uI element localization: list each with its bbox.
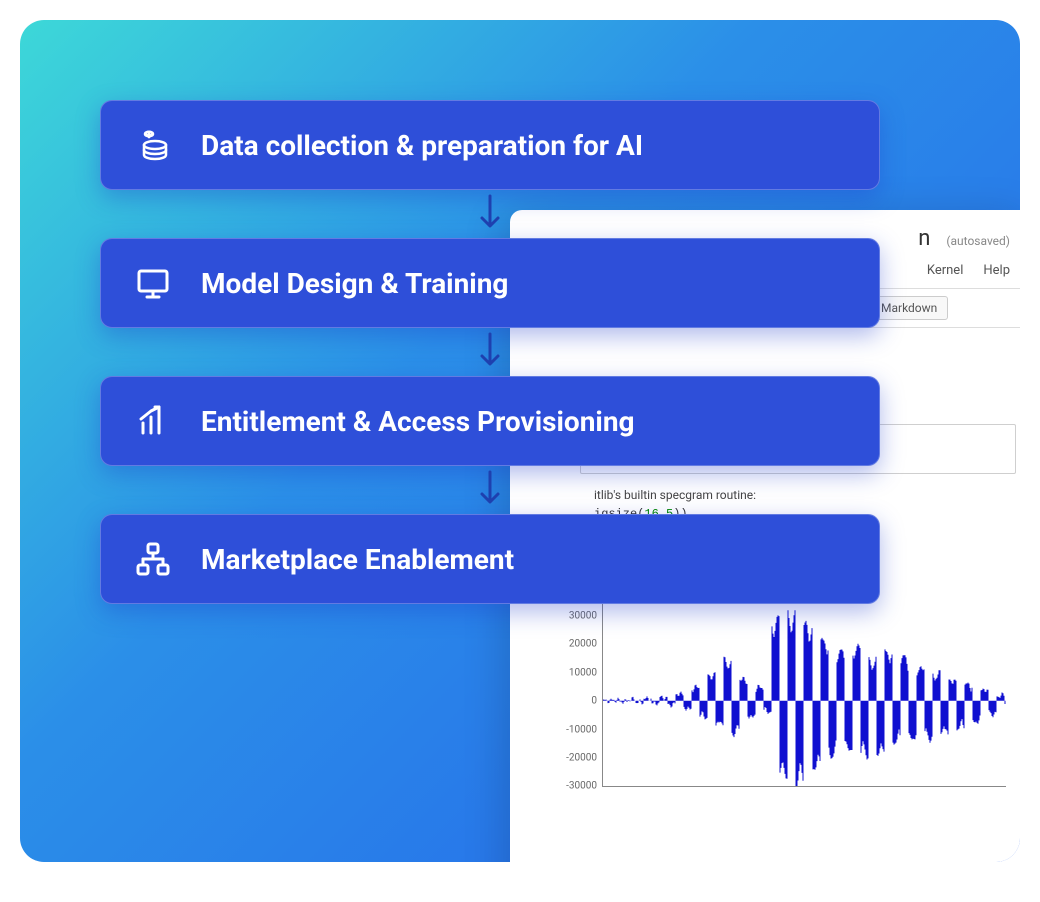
- workflow-arrow: [100, 466, 880, 514]
- chart-up-icon: [133, 401, 173, 441]
- workflow-step-label: Marketplace Enablement: [201, 543, 514, 576]
- notebook-title-fragment: n: [918, 226, 930, 251]
- autosaved-label: (autosaved): [946, 234, 1010, 248]
- workflow-step-model-training: Model Design & Training: [100, 238, 880, 328]
- cell-type-select[interactable]: Markdown: [870, 296, 948, 320]
- workflow-step-label: Data collection & preparation for AI: [201, 129, 643, 162]
- data-prep-icon: [133, 125, 173, 165]
- workflow-step-marketplace: Marketplace Enablement: [100, 514, 880, 604]
- monitor-icon: [133, 263, 173, 303]
- workflow-step-label: Entitlement & Access Provisioning: [201, 405, 635, 438]
- diagram-container: n (autosaved) Kernel Help 💾 ✚ ✂ ⧉ 📋 ↑ ↓ …: [20, 20, 1020, 862]
- workflow-step-entitlement: Entitlement & Access Provisioning: [100, 376, 880, 466]
- workflow-step-data-prep: Data collection & preparation for AI: [100, 100, 880, 190]
- workflow-arrow: [100, 190, 880, 238]
- network-icon: [133, 539, 173, 579]
- menu-help[interactable]: Help: [983, 263, 1010, 278]
- workflow-arrow: [100, 328, 880, 376]
- workflow-step-label: Model Design & Training: [201, 267, 508, 300]
- menu-kernel[interactable]: Kernel: [927, 263, 964, 278]
- workflow-diagram: Data collection & preparation for AI Mod…: [100, 100, 880, 604]
